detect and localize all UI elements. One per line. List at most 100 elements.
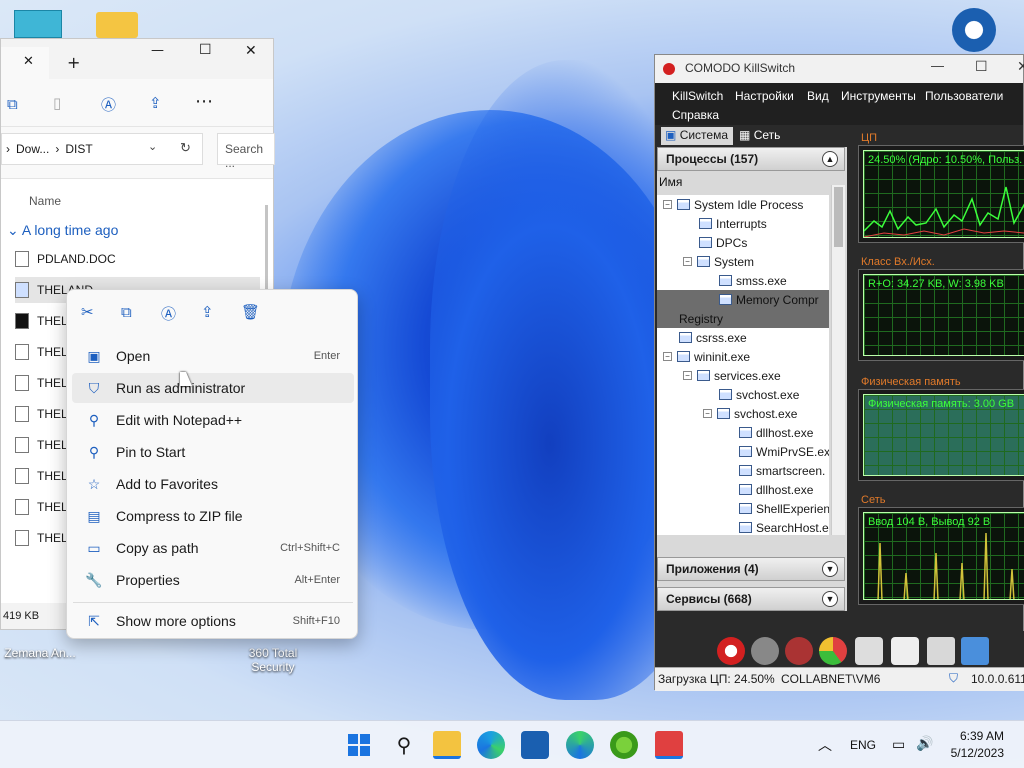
processes-section-header[interactable]: Процессы (157) ▲ bbox=[657, 147, 845, 171]
copy-icon[interactable]: ⧉ bbox=[121, 303, 132, 321]
share-icon[interactable]: ⇪ bbox=[201, 303, 214, 321]
pie-chart-icon[interactable] bbox=[819, 637, 847, 665]
menu-item-open[interactable]: ▣ Open Enter bbox=[72, 341, 354, 371]
rename-icon[interactable]: Ⓐ bbox=[101, 94, 116, 115]
scrollbar-thumb[interactable] bbox=[834, 187, 843, 247]
tree-node[interactable]: DPCs bbox=[699, 233, 747, 252]
volume-icon[interactable]: 🔊 bbox=[916, 735, 933, 752]
language-indicator[interactable]: ENG bbox=[850, 738, 876, 752]
store-icon[interactable] bbox=[521, 731, 549, 759]
menu-users[interactable]: Пользователи bbox=[925, 89, 1003, 103]
chevron-down-icon[interactable]: ▼ bbox=[822, 561, 838, 577]
collapse-icon[interactable]: − bbox=[663, 200, 672, 209]
clock-time[interactable]: 6:39 AM bbox=[952, 729, 1004, 743]
menu-item-pin-to-start[interactable]: ⚲ Pin to Start bbox=[72, 437, 354, 467]
search-icon[interactable] bbox=[891, 637, 919, 665]
minimize-button[interactable]: — bbox=[151, 43, 164, 58]
security-app-icon[interactable] bbox=[610, 731, 638, 759]
collapse-icon[interactable]: − bbox=[683, 257, 692, 266]
desktop-icon-360-total-security[interactable]: 360 Total Security bbox=[240, 646, 306, 674]
tree-node[interactable]: dllhost.exe bbox=[739, 480, 813, 499]
tree-node[interactable]: − wininit.exe bbox=[663, 347, 750, 366]
breadcrumb-downloads[interactable]: Dow... bbox=[16, 142, 49, 156]
desktop-icon-folder[interactable] bbox=[96, 12, 138, 38]
rename-icon[interactable]: Ⓐ bbox=[161, 303, 176, 324]
tray-chevron-icon[interactable]: ︿ bbox=[818, 735, 832, 755]
tree-node[interactable]: smartscreen. bbox=[739, 461, 825, 480]
gear-icon[interactable] bbox=[751, 637, 779, 665]
desktop-icon-monitor[interactable] bbox=[14, 10, 62, 38]
tree-node[interactable]: − svchost.exe bbox=[703, 404, 797, 423]
menu-tools[interactable]: Инструменты bbox=[841, 89, 916, 103]
breadcrumb[interactable]: › Dow... › DIST ⌄ ↻ bbox=[1, 133, 203, 165]
cut-icon[interactable]: ✂ bbox=[81, 303, 94, 321]
desktop-icon-app-shortcut[interactable] bbox=[952, 8, 996, 52]
group-header[interactable]: ⌄ A long time ago bbox=[7, 222, 118, 239]
column-header-name[interactable]: Имя bbox=[659, 175, 682, 189]
share-icon[interactable]: ⇪ bbox=[149, 94, 162, 112]
process-scrollbar[interactable] bbox=[831, 185, 845, 535]
edge-icon[interactable] bbox=[477, 731, 505, 759]
list-item[interactable]: PDLAND.DOC bbox=[15, 246, 260, 272]
paste-icon[interactable]: ▯ bbox=[53, 94, 61, 112]
services-section-header[interactable]: Сервисы (668) ▼ bbox=[657, 587, 845, 611]
copy-icon[interactable]: ⧉ bbox=[7, 95, 18, 113]
delete-icon[interactable]: 🗑 bbox=[241, 303, 260, 321]
tree-node-selected[interactable]: Memory Compr bbox=[657, 290, 829, 309]
menu-item-edit-with-notepad[interactable]: ⚲ Edit with Notepad++ bbox=[72, 405, 354, 435]
menu-killswitch[interactable]: KillSwitch bbox=[672, 89, 723, 103]
comodo-killswitch-window[interactable]: COMODO KillSwitch — ☐ ✕ KillSwitch Настр… bbox=[654, 54, 1024, 691]
chevron-down-icon[interactable]: ⌄ bbox=[148, 140, 157, 153]
tree-node[interactable]: smss.exe bbox=[719, 271, 787, 290]
network-icon[interactable]: ▭ bbox=[892, 736, 905, 753]
menu-settings[interactable]: Настройки bbox=[735, 89, 794, 103]
minimize-button[interactable]: — bbox=[931, 58, 944, 73]
tab-close-icon[interactable]: ✕ bbox=[23, 54, 34, 69]
tree-node[interactable]: dllhost.exe bbox=[739, 423, 813, 442]
menu-item-compress-to-zip[interactable]: ▤ Compress to ZIP file bbox=[72, 501, 354, 531]
close-button[interactable]: ✕ bbox=[1017, 58, 1024, 75]
more-options-icon[interactable]: ⋯ bbox=[195, 91, 213, 112]
new-tab-button[interactable]: + bbox=[67, 53, 80, 72]
tree-node[interactable]: − services.exe bbox=[683, 366, 781, 385]
tree-node[interactable]: svchost.exe bbox=[719, 385, 799, 404]
tree-node[interactable]: SearchHost.e bbox=[739, 518, 829, 535]
column-header-name[interactable]: Name bbox=[29, 194, 61, 208]
clock-date[interactable]: 5/12/2023 bbox=[940, 746, 1004, 760]
tab-system[interactable]: ▣ Система bbox=[661, 127, 733, 145]
maximize-button[interactable]: ☐ bbox=[975, 58, 988, 75]
search-icon[interactable]: ⚲ bbox=[390, 731, 418, 759]
collapse-icon[interactable]: − bbox=[663, 352, 672, 361]
tree-node-selected[interactable]: Registry bbox=[657, 309, 829, 328]
tab-network[interactable]: ▦ Сеть bbox=[735, 127, 795, 145]
refresh-icon[interactable]: ↻ bbox=[180, 140, 191, 156]
tree-node[interactable]: Interrupts bbox=[699, 214, 767, 233]
chevron-down-icon[interactable]: ▼ bbox=[822, 591, 838, 607]
desktop-icon-zemana[interactable]: Zemana An... bbox=[4, 646, 76, 660]
app-icon[interactable] bbox=[566, 731, 594, 759]
menu-item-show-more-options[interactable]: ⇱ Show more options Shift+F10 bbox=[72, 606, 354, 636]
search-input[interactable]: Search ... bbox=[217, 133, 275, 170]
context-menu[interactable]: ✂ ⧉ Ⓐ ⇪ 🗑 ▣ Open Enter ⛉ Run as administrat… bbox=[66, 289, 358, 639]
chevron-up-icon[interactable]: ▲ bbox=[822, 151, 838, 167]
maximize-button[interactable]: ☐ bbox=[199, 42, 212, 58]
comodo-taskbar-icon[interactable] bbox=[655, 731, 683, 759]
explorer-tab[interactable]: ✕ bbox=[1, 47, 49, 79]
breadcrumb-dist[interactable]: DIST bbox=[65, 142, 92, 156]
monitor-icon[interactable] bbox=[961, 637, 989, 665]
file-explorer-icon[interactable] bbox=[433, 731, 461, 759]
tree-node[interactable]: csrss.exe bbox=[679, 328, 747, 347]
window-icon[interactable] bbox=[927, 637, 955, 665]
menu-item-copy-as-path[interactable]: ▭ Copy as path Ctrl+Shift+C bbox=[72, 533, 354, 563]
close-button[interactable]: ✕ bbox=[245, 43, 257, 59]
tree-node[interactable]: WmiPrvSE.ex bbox=[739, 442, 829, 461]
process-tree[interactable]: − System Idle Process Interrupts DPCs − Sy… bbox=[657, 195, 829, 535]
applications-section-header[interactable]: Приложения (4) ▼ bbox=[657, 557, 845, 581]
collapse-icon[interactable]: − bbox=[683, 371, 692, 380]
tools-icon[interactable] bbox=[785, 637, 813, 665]
menu-view[interactable]: Вид bbox=[807, 89, 829, 103]
menu-item-add-to-favorites[interactable]: ☆ Add to Favorites bbox=[72, 469, 354, 499]
start-icon[interactable] bbox=[345, 731, 373, 759]
menu-item-run-as-administrator[interactable]: ⛉ Run as administrator bbox=[72, 373, 354, 403]
zoom-icon[interactable] bbox=[855, 637, 883, 665]
